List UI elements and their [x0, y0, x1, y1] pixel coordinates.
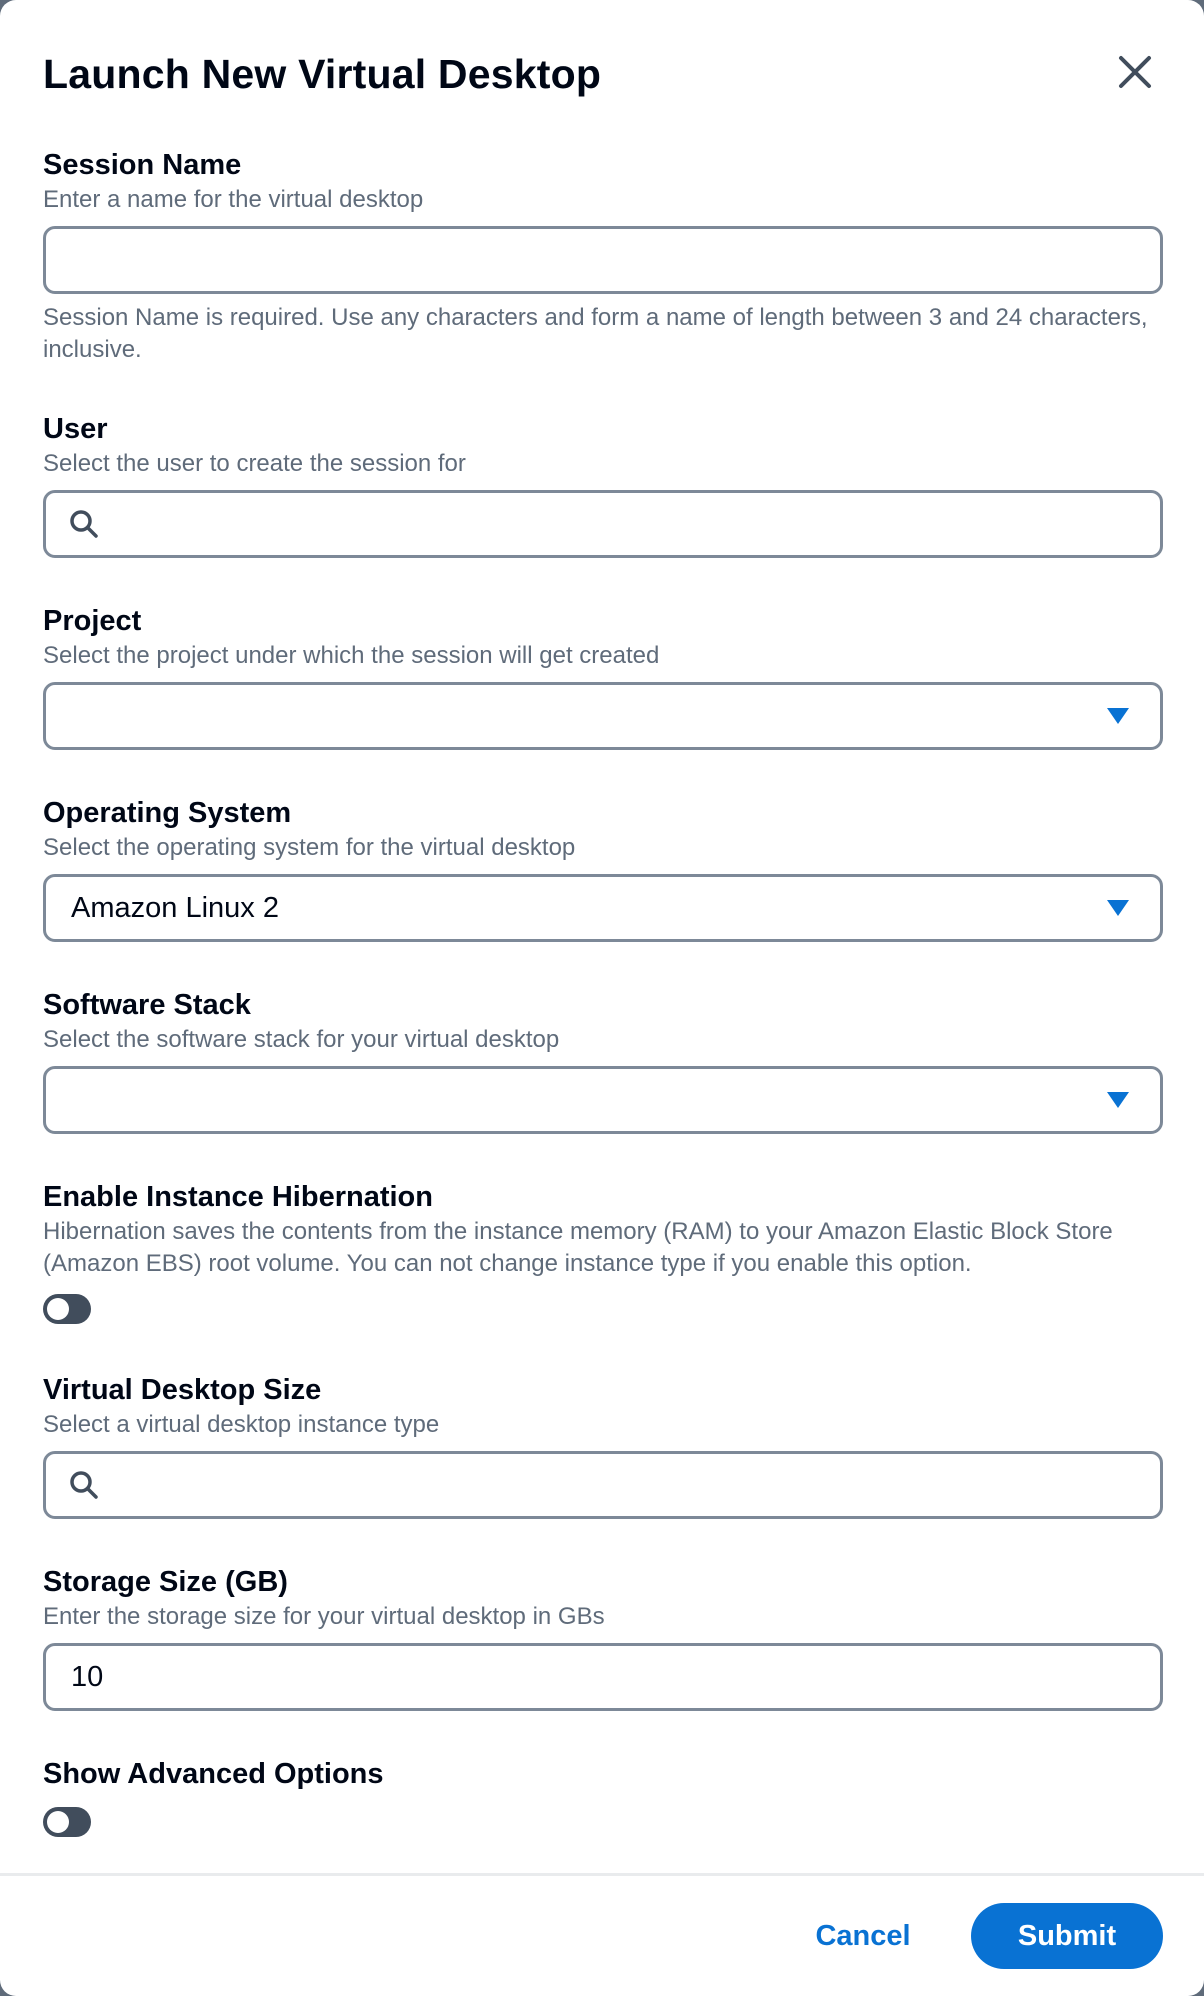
desktop-size-field: Virtual Desktop Size Select a virtual de…: [43, 1371, 1163, 1519]
operating-system-description: Select the operating system for the virt…: [43, 834, 576, 861]
storage-size-description: Enter the storage size for your virtual …: [43, 1603, 605, 1630]
software-stack-description: Select the software stack for your virtu…: [43, 1026, 560, 1053]
advanced-options-toggle[interactable]: [43, 1807, 91, 1837]
project-select[interactable]: [43, 682, 1163, 750]
software-stack-field: Software Stack Select the software stack…: [43, 986, 1163, 1134]
user-search-input[interactable]: [43, 490, 1163, 558]
desktop-size-description: Select a virtual desktop instance type: [43, 1411, 440, 1438]
operating-system-select[interactable]: Amazon Linux 2: [43, 874, 1163, 942]
storage-size-field: Storage Size (GB) Enter the storage size…: [43, 1563, 1163, 1711]
close-icon: [1119, 56, 1151, 88]
hibernation-description: Hibernation saves the contents from the …: [43, 1218, 1113, 1277]
hibernation-toggle[interactable]: [43, 1294, 91, 1324]
launch-desktop-modal: Launch New Virtual Desktop Session Name …: [0, 0, 1204, 1996]
desktop-size-label: Virtual Desktop Size: [43, 1374, 322, 1406]
software-stack-label: Software Stack: [43, 989, 251, 1021]
session-name-input[interactable]: [43, 226, 1163, 294]
session-name-label: Session Name: [43, 149, 242, 181]
project-description: Select the project under which the sessi…: [43, 642, 660, 669]
toggle-knob: [47, 1298, 69, 1320]
software-stack-select[interactable]: [43, 1066, 1163, 1134]
operating-system-value: Amazon Linux 2: [71, 891, 279, 924]
submit-button[interactable]: Submit: [971, 1903, 1163, 1969]
storage-size-label: Storage Size (GB): [43, 1566, 288, 1598]
toggle-knob: [47, 1811, 69, 1833]
user-description: Select the user to create the session fo…: [43, 450, 466, 477]
user-field: User Select the user to create the sessi…: [43, 410, 1163, 558]
caret-down-icon: [1107, 708, 1129, 724]
user-label: User: [43, 413, 108, 445]
caret-down-icon: [1107, 1092, 1129, 1108]
search-icon: [70, 1471, 98, 1499]
session-name-field: Session Name Enter a name for the virtua…: [43, 146, 1163, 366]
storage-size-value: 10: [71, 1660, 104, 1693]
footer-divider: [0, 1873, 1204, 1876]
search-icon: [70, 510, 98, 538]
advanced-options-field: Show Advanced Options: [43, 1755, 1163, 1837]
modal-header: Launch New Virtual Desktop: [43, 44, 1161, 104]
operating-system-field: Operating System Select the operating sy…: [43, 794, 1163, 942]
operating-system-label: Operating System: [43, 797, 292, 829]
caret-down-icon: [1107, 900, 1129, 916]
session-name-description: Enter a name for the virtual desktop: [43, 186, 424, 213]
hibernation-field: Enable Instance Hibernation Hibernation …: [43, 1178, 1163, 1324]
project-label: Project: [43, 605, 142, 637]
desktop-size-search-input[interactable]: [43, 1451, 1163, 1519]
hibernation-label: Enable Instance Hibernation: [43, 1181, 433, 1213]
close-button[interactable]: [1109, 46, 1161, 98]
session-name-hint: Session Name is required. Use any charac…: [43, 304, 1148, 363]
project-field: Project Select the project under which t…: [43, 602, 1163, 750]
modal-title: Launch New Virtual Desktop: [43, 51, 602, 97]
storage-size-input[interactable]: 10: [43, 1643, 1163, 1711]
advanced-options-label: Show Advanced Options: [43, 1758, 384, 1790]
cancel-button[interactable]: Cancel: [800, 1903, 926, 1969]
